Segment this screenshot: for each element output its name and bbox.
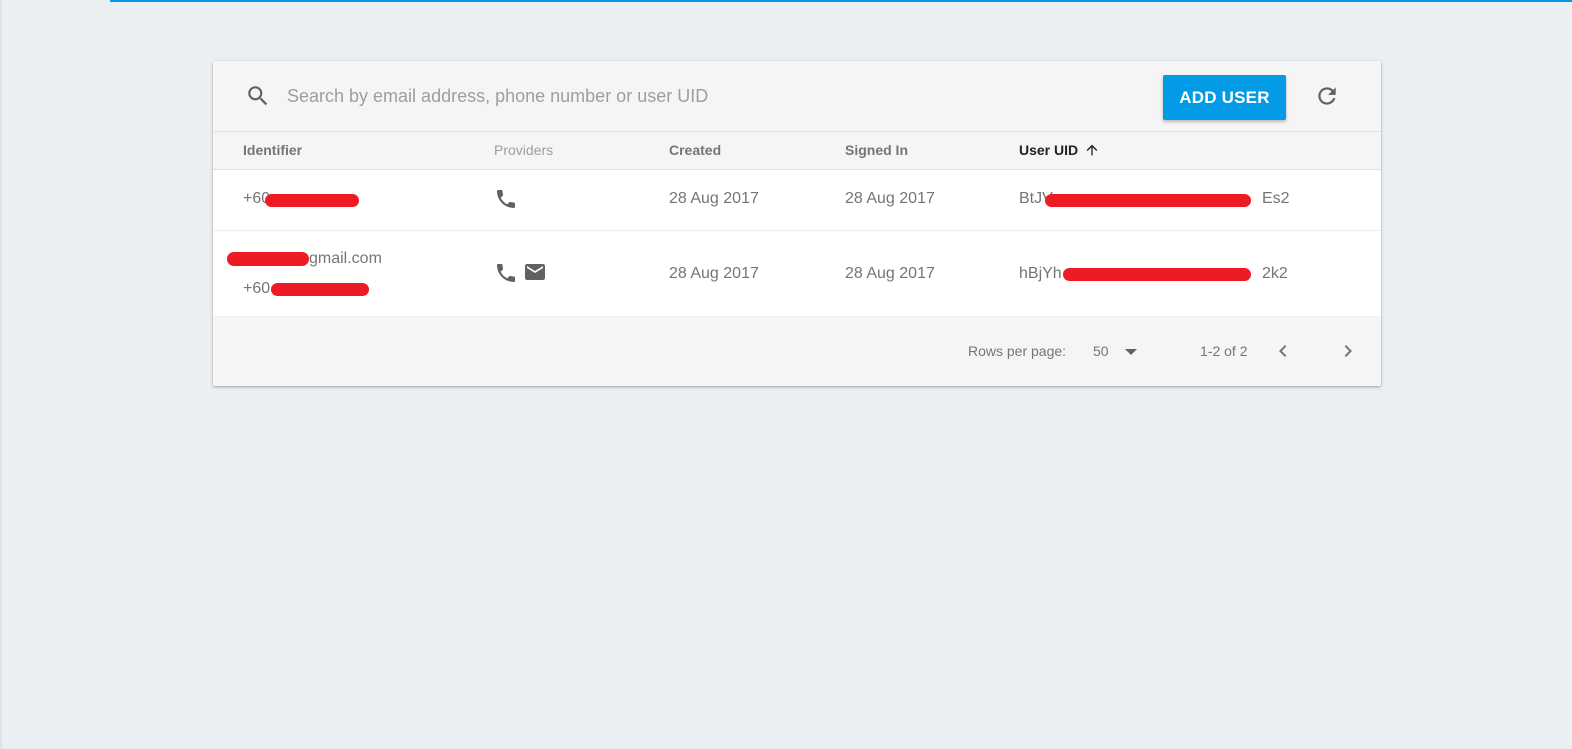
table-row[interactable]: +60 28 Aug 2017 28 Aug 2017 BtJV Es2: [213, 170, 1381, 231]
top-progress-line: [110, 0, 1572, 2]
column-header-identifier[interactable]: Identifier: [243, 132, 302, 169]
identifier-phone: +60: [243, 280, 271, 297]
column-header-user-uid-label: User UID: [1019, 142, 1079, 158]
redaction-mark: [227, 252, 309, 266]
column-header-signed-in[interactable]: Signed In: [845, 132, 908, 169]
column-header-user-uid[interactable]: User UID: [1019, 132, 1100, 169]
redaction-mark: [1063, 268, 1251, 281]
user-uid-prefix: hBjYh: [1019, 265, 1062, 282]
arrow-up-icon[interactable]: [1084, 142, 1100, 158]
search-toolbar: ADD USER: [213, 61, 1381, 132]
chevron-right-icon[interactable]: [1336, 339, 1360, 363]
signed-in-date: 28 Aug 2017: [845, 265, 935, 282]
redaction-mark: [1045, 194, 1251, 207]
user-uid-suffix: 2k2: [1262, 265, 1288, 282]
pagination-bar: Rows per page: 50 1-2 of 2: [213, 317, 1381, 386]
created-date: 28 Aug 2017: [669, 265, 759, 282]
caret-down-icon: [1125, 349, 1137, 355]
identifier-email: gmail.com: [309, 250, 382, 267]
column-header-providers: Providers: [494, 142, 554, 158]
signed-in-date: 28 Aug 2017: [845, 190, 935, 207]
redaction-mark: [265, 194, 359, 207]
redaction-mark: [271, 283, 369, 296]
user-uid-suffix: Es2: [1262, 190, 1290, 207]
rows-per-page-select[interactable]: 50: [1093, 341, 1143, 363]
rows-per-page-label: Rows per page:: [968, 343, 1067, 359]
add-user-button[interactable]: ADD USER: [1163, 75, 1286, 120]
table-header: Identifier Providers Created Signed In U…: [213, 132, 1381, 170]
email-icon: [525, 264, 545, 280]
left-edge-divider: [0, 0, 2, 749]
search-input[interactable]: [287, 81, 1107, 111]
refresh-icon[interactable]: [1314, 83, 1340, 109]
created-date: 28 Aug 2017: [669, 190, 759, 207]
phone-icon: [497, 190, 515, 208]
column-header-created[interactable]: Created: [669, 132, 721, 169]
table-row[interactable]: gmail.com +60 28 Aug 2017 28 Aug 2017 hB…: [213, 231, 1381, 317]
users-table-card: ADD USER Identifier Providers Created Si…: [213, 61, 1381, 386]
chevron-left-icon[interactable]: [1271, 339, 1295, 363]
rows-per-page-value: 50: [1093, 343, 1109, 359]
search-icon: [248, 86, 268, 106]
page-range-label: 1-2 of 2: [1200, 343, 1248, 359]
phone-icon: [497, 264, 515, 282]
